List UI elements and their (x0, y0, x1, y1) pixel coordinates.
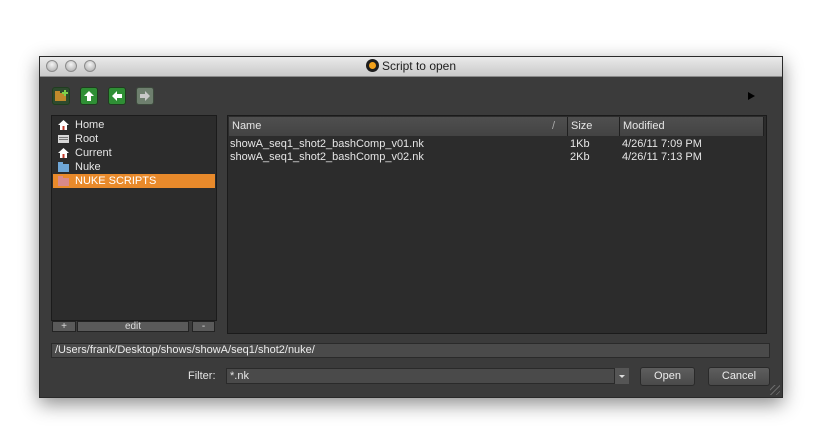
play-icon[interactable] (748, 92, 755, 100)
column-header-modified[interactable]: Modified (620, 117, 764, 136)
add-bookmark-button[interactable]: + (52, 321, 76, 332)
bookmark-nuke-scripts[interactable]: NUKE SCRIPTS (53, 174, 215, 188)
filter-input[interactable]: *.nk (226, 368, 629, 384)
title-bar[interactable]: Script to open (40, 57, 782, 77)
file-size: 1Kb (570, 138, 590, 150)
path-field[interactable]: /Users/frank/Desktop/shows/showA/seq1/sh… (51, 343, 770, 358)
bookmark-nuke[interactable]: Nuke (53, 160, 215, 174)
remove-bookmark-button[interactable]: - (192, 321, 215, 332)
file-modified: 4/26/11 7:13 PM (622, 151, 702, 163)
arrow-up-icon (84, 91, 94, 101)
file-size: 2Kb (570, 151, 590, 163)
new-folder-icon (55, 90, 68, 101)
column-header-size[interactable]: Size (568, 117, 620, 136)
home-icon (58, 120, 69, 130)
file-dialog: Script to open Home Root Current Nuke NU… (39, 56, 783, 398)
file-modified: 4/26/11 7:09 PM (622, 138, 702, 150)
bookmark-home[interactable]: Home (53, 118, 215, 132)
up-button[interactable] (80, 87, 98, 105)
file-name: showA_seq1_shot2_bashComp_v01.nk (230, 138, 424, 150)
edit-bookmark-button[interactable]: edit (77, 321, 189, 332)
bookmark-current[interactable]: Current (53, 146, 215, 160)
window-title: Script to open (40, 59, 782, 73)
open-button[interactable]: Open (640, 367, 695, 386)
filter-dropdown-icon[interactable] (614, 368, 629, 384)
resize-grip-icon[interactable] (770, 385, 780, 395)
nuke-app-icon (365, 59, 379, 72)
forward-button[interactable] (136, 87, 154, 105)
bookmarks-list: Home Root Current Nuke NUKE SCRIPTS (51, 115, 217, 321)
file-list: Name / Size Modified showA_seq1_shot2_ba… (227, 115, 767, 334)
column-header-name[interactable]: Name / (229, 117, 568, 136)
arrow-right-icon (140, 91, 150, 101)
bookmark-root[interactable]: Root (53, 132, 215, 146)
back-button[interactable] (108, 87, 126, 105)
sort-indicator: / (551, 120, 555, 132)
home-icon (58, 148, 69, 158)
cancel-button[interactable]: Cancel (708, 367, 770, 386)
folder-icon (58, 162, 69, 172)
folder-icon (58, 176, 69, 186)
file-name: showA_seq1_shot2_bashComp_v02.nk (230, 151, 424, 163)
filter-label: Filter: (188, 370, 216, 382)
drive-icon (58, 135, 69, 143)
new-folder-button[interactable] (52, 87, 70, 105)
arrow-left-icon (112, 91, 122, 101)
